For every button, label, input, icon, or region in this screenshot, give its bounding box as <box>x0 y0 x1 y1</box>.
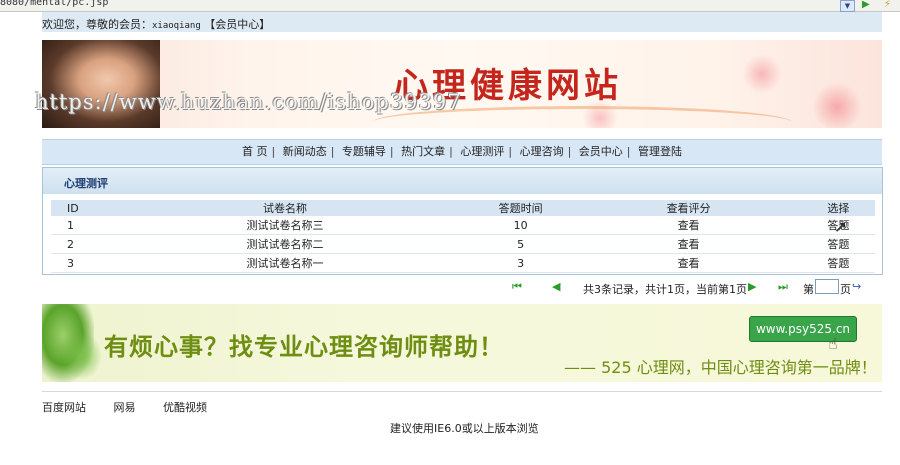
footer-link-youku[interactable]: 优酷视频 <box>163 401 207 414</box>
page-label-suffix: 页 <box>840 283 851 296</box>
blossom-decoration <box>742 54 782 94</box>
nav-separator: | <box>449 145 453 158</box>
panel-header: 心理测评 <box>43 168 882 194</box>
address-bar[interactable]: 8080/mental/pc.jsp ▼ ▶ ⚡ <box>0 0 900 12</box>
last-page-icon[interactable]: ⏭ <box>778 281 788 293</box>
nav-item-news[interactable]: 新闻动态 <box>280 145 330 158</box>
column-header-time: 答题时间 <box>465 200 576 216</box>
nav-separator: | <box>330 145 335 158</box>
table-row: 2 测试试卷名称二 5 查看 答题 <box>51 234 875 254</box>
cell-time: 10 <box>465 216 576 235</box>
ad-url-button[interactable]: www.psy525.cn <box>749 316 857 342</box>
nav-item-hot-articles[interactable]: 热门文章 <box>398 145 448 158</box>
first-page-icon[interactable]: ⏮ <box>512 281 522 293</box>
table-row: 3 测试试卷名称一 3 查看 答题 <box>51 253 875 273</box>
nav-item-admin-login[interactable]: 管理登陆 <box>635 145 685 158</box>
nav-separator: | <box>389 145 394 158</box>
leaf-decoration <box>62 332 102 380</box>
welcome-bar: 欢迎您，尊敬的会员：xiaoqiang 【会员中心】 <box>42 12 882 32</box>
go-page-icon[interactable]: ↪ <box>852 280 861 293</box>
nav-item-home[interactable]: 首 页 <box>239 145 271 158</box>
nav-separator: | <box>508 145 513 158</box>
blossom-decoration <box>812 82 862 128</box>
pagination-info: 共3条记录，共计1页，当前第1页 <box>583 283 747 296</box>
cell-name: 测试试卷名称二 <box>104 234 466 254</box>
page-number-input[interactable] <box>815 279 839 294</box>
assessment-panel: 心理测评 ID 试卷名称 答题时间 查看评分 选择 1 测试试卷名称三 10 查… <box>42 167 883 275</box>
nav-separator: | <box>567 145 572 158</box>
chevron-down-icon[interactable]: ▼ <box>840 0 855 12</box>
go-arrow-icon[interactable]: ▶ <box>862 0 870 10</box>
cell-time: 3 <box>465 253 576 273</box>
cell-name: 测试试卷名称三 <box>104 216 466 235</box>
footer-links: 百度网站 网易 优酷视频 <box>42 399 231 415</box>
nav-separator: | <box>626 145 631 158</box>
nav-item-member-center[interactable]: 会员中心 <box>576 145 626 158</box>
table-row: 1 测试试卷名称三 10 查看 答题 <box>51 216 875 235</box>
panel-title: 心理测评 <box>64 177 108 190</box>
view-score-link[interactable]: 查看 <box>678 219 700 232</box>
view-score-link[interactable]: 查看 <box>678 238 700 251</box>
cell-time: 5 <box>465 234 576 254</box>
assessment-table: ID 试卷名称 答题时间 查看评分 选择 1 测试试卷名称三 10 查看 答题 … <box>51 200 875 273</box>
cell-id: 1 <box>51 216 105 235</box>
footer-link-baidu[interactable]: 百度网站 <box>42 401 86 414</box>
answer-link[interactable]: 答题 <box>827 257 849 270</box>
banner-portrait-image <box>42 40 160 128</box>
cell-id: 2 <box>51 234 105 254</box>
cell-name: 测试试卷名称一 <box>104 253 466 273</box>
hand-cursor-icon: ☝ <box>828 334 838 353</box>
column-header-id: ID <box>51 200 105 216</box>
footer-link-netease[interactable]: 网易 <box>114 401 136 414</box>
ad-tagline: —— 525 心理网，中国心理咨询第一品牌！ <box>564 358 877 377</box>
main-nav: 首 页 | 新闻动态 | 专题辅导 | 热门文章 | 心理测评 | 心理咨询 | 会员中心 |… <box>42 139 882 165</box>
watermark-text: https://www.huzhan.com/ishop39397 <box>35 90 462 114</box>
page-label-prefix: 第 <box>803 283 814 296</box>
pagination: ⏮ ◀ 共3条记录，共计1页，当前第1页 ▶ ⏭ 第 页 ↪ <box>512 279 882 296</box>
mouse-pointer-icon: ➚ <box>834 217 848 236</box>
welcome-message: 欢迎您，尊敬的会员：xiaoqiang 【会员中心】 <box>42 16 270 32</box>
column-header-view: 查看评分 <box>575 200 802 216</box>
member-center-link[interactable]: 【会员中心】 <box>204 18 270 31</box>
nav-item-assessment[interactable]: 心理测评 <box>457 145 507 158</box>
ad-banner[interactable]: 有烦心事？找专业心理咨询师帮助！ www.psy525.cn ☝ —— 525 … <box>42 304 882 382</box>
welcome-username: xiaoqiang <box>152 21 201 31</box>
nav-item-consulting[interactable]: 心理咨询 <box>517 145 567 158</box>
browser-recommendation: 建议使用IE6.0或以上版本浏览 <box>390 422 539 435</box>
answer-link[interactable]: 答题 <box>827 238 849 251</box>
column-header-choose: 选择 <box>801 200 875 216</box>
welcome-prefix: 欢迎您，尊敬的会员： <box>42 18 152 31</box>
table-header-row: ID 试卷名称 答题时间 查看评分 选择 <box>51 200 875 216</box>
cell-id: 3 <box>51 253 105 273</box>
view-score-link[interactable]: 查看 <box>678 257 700 270</box>
next-page-icon[interactable]: ▶ <box>748 281 756 293</box>
address-url[interactable]: 8080/mental/pc.jsp <box>0 0 108 8</box>
prev-page-icon[interactable]: ◀ <box>552 281 560 293</box>
nav-separator: | <box>271 145 276 158</box>
column-header-name: 试卷名称 <box>104 200 466 216</box>
ad-headline: 有烦心事？找专业心理咨询师帮助！ <box>104 333 504 361</box>
links-icon[interactable]: ⚡ <box>884 0 891 10</box>
header-banner: 心理健康网站 <box>42 40 882 128</box>
nav-item-topics[interactable]: 专题辅导 <box>339 145 389 158</box>
footer-divider <box>42 391 882 392</box>
